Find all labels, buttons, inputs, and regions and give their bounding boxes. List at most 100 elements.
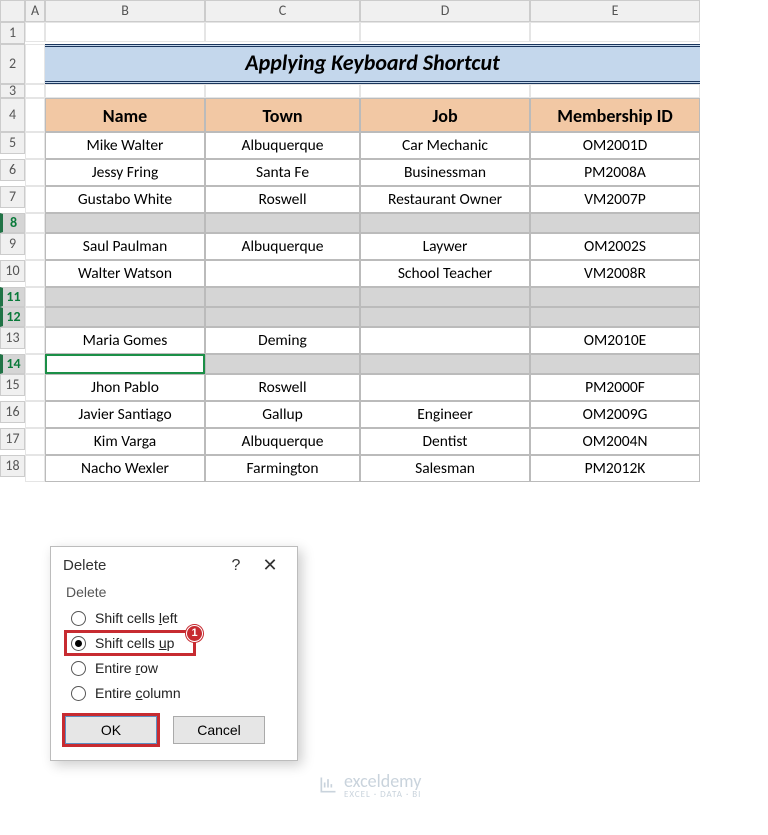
radio-option[interactable]: Entire column [65,681,283,705]
cell[interactable]: Restaurant Owner [360,186,530,213]
cell[interactable]: OM2010E [530,327,700,354]
cell[interactable] [360,374,530,401]
cell[interactable]: Farmington [205,455,360,482]
cell[interactable] [25,98,45,132]
row-header[interactable]: 16 [0,401,25,423]
cell[interactable] [530,84,700,98]
cell[interactable]: Gallup [205,401,360,428]
cell[interactable] [45,84,205,98]
cell[interactable]: VM2007P [530,186,700,213]
row-header[interactable]: 9 [0,233,25,255]
row-header[interactable]: 13 [0,327,25,349]
cell[interactable] [530,354,700,374]
cell[interactable]: PM2012K [530,455,700,482]
cell[interactable] [45,213,205,233]
cell[interactable]: Albuquerque [205,233,360,260]
cell[interactable] [205,260,360,287]
cell[interactable]: Jhon Pablo [45,374,205,401]
cell[interactable]: Maria Gomes [45,327,205,354]
radio-option[interactable]: Entire row [65,656,283,680]
active-cell[interactable] [45,354,205,374]
cell[interactable] [360,22,530,42]
cell[interactable]: Roswell [205,374,360,401]
cell[interactable]: PM2008A [530,159,700,186]
cell[interactable]: OM2004N [530,428,700,455]
cell[interactable] [530,287,700,307]
cell[interactable]: VM2008R [530,260,700,287]
cell[interactable] [360,287,530,307]
cell[interactable]: Salesman [360,455,530,482]
cell[interactable]: Roswell [205,186,360,213]
cell[interactable]: Javier Santiago [45,401,205,428]
cell[interactable] [360,354,530,374]
column-header[interactable]: B [45,0,205,22]
cell[interactable]: Saul Paulman [45,233,205,260]
cell[interactable] [45,287,205,307]
radio-option[interactable]: Shift cells left [65,606,283,630]
row-header[interactable]: 7 [0,186,25,208]
column-header[interactable]: A [25,0,45,22]
row-header[interactable]: 11 [0,287,25,307]
cell[interactable]: Gustabo White [45,186,205,213]
row-header[interactable]: 15 [0,374,25,396]
cell[interactable] [530,213,700,233]
cell[interactable]: OM2001D [530,132,700,159]
row-header[interactable]: 6 [0,159,25,181]
cell[interactable] [45,22,205,42]
cell[interactable] [205,307,360,327]
column-header[interactable]: E [530,0,700,22]
ok-button[interactable]: OK [65,716,157,744]
cell[interactable]: OM2009G [530,401,700,428]
cell[interactable] [25,354,45,374]
cell[interactable] [360,84,530,98]
row-header[interactable]: 5 [0,132,25,154]
row-header[interactable]: 3 [0,84,25,98]
cell[interactable] [25,233,45,260]
cell[interactable] [25,327,45,354]
cell[interactable] [360,307,530,327]
cell[interactable] [25,132,45,159]
cell[interactable]: Laywer [360,233,530,260]
radio-option[interactable]: Shift cells up1 [65,631,195,655]
column-header[interactable]: D [360,0,530,22]
column-header[interactable]: C [205,0,360,22]
cell[interactable]: Albuquerque [205,428,360,455]
cell[interactable]: Walter Watson [45,260,205,287]
cell[interactable] [25,455,45,482]
cell[interactable]: Jessy Fring [45,159,205,186]
cell[interactable]: Businessman [360,159,530,186]
cell[interactable] [25,307,45,327]
cell[interactable] [25,22,45,42]
cell[interactable] [45,307,205,327]
row-header[interactable]: 17 [0,428,25,450]
select-all-corner[interactable] [0,0,25,22]
row-header[interactable]: 10 [0,260,25,282]
cell[interactable]: School Teacher [360,260,530,287]
cell[interactable]: Dentist [360,428,530,455]
cell[interactable] [25,159,45,186]
help-icon[interactable]: ? [219,557,253,575]
cell[interactable]: Mike Walter [45,132,205,159]
cell[interactable] [25,84,45,98]
cell[interactable] [205,287,360,307]
cell[interactable] [530,307,700,327]
table-header[interactable]: Job [360,98,530,132]
row-header[interactable]: 8 [0,213,25,233]
cell[interactable] [25,374,45,401]
cell[interactable] [25,44,45,84]
table-header[interactable]: Town [205,98,360,132]
cell[interactable] [25,428,45,455]
cell[interactable] [25,186,45,213]
cell[interactable]: Car Mechanic [360,132,530,159]
row-header[interactable]: 14 [0,354,25,374]
row-header[interactable]: 1 [0,22,25,44]
cell[interactable] [25,401,45,428]
row-header[interactable]: 18 [0,455,25,477]
cell[interactable]: Nacho Wexler [45,455,205,482]
close-icon[interactable]: ✕ [253,555,287,576]
cell[interactable] [205,213,360,233]
table-header[interactable]: Membership ID [530,98,700,132]
row-header[interactable]: 2 [0,44,25,84]
cell[interactable]: Albuquerque [205,132,360,159]
cell[interactable]: Engineer [360,401,530,428]
